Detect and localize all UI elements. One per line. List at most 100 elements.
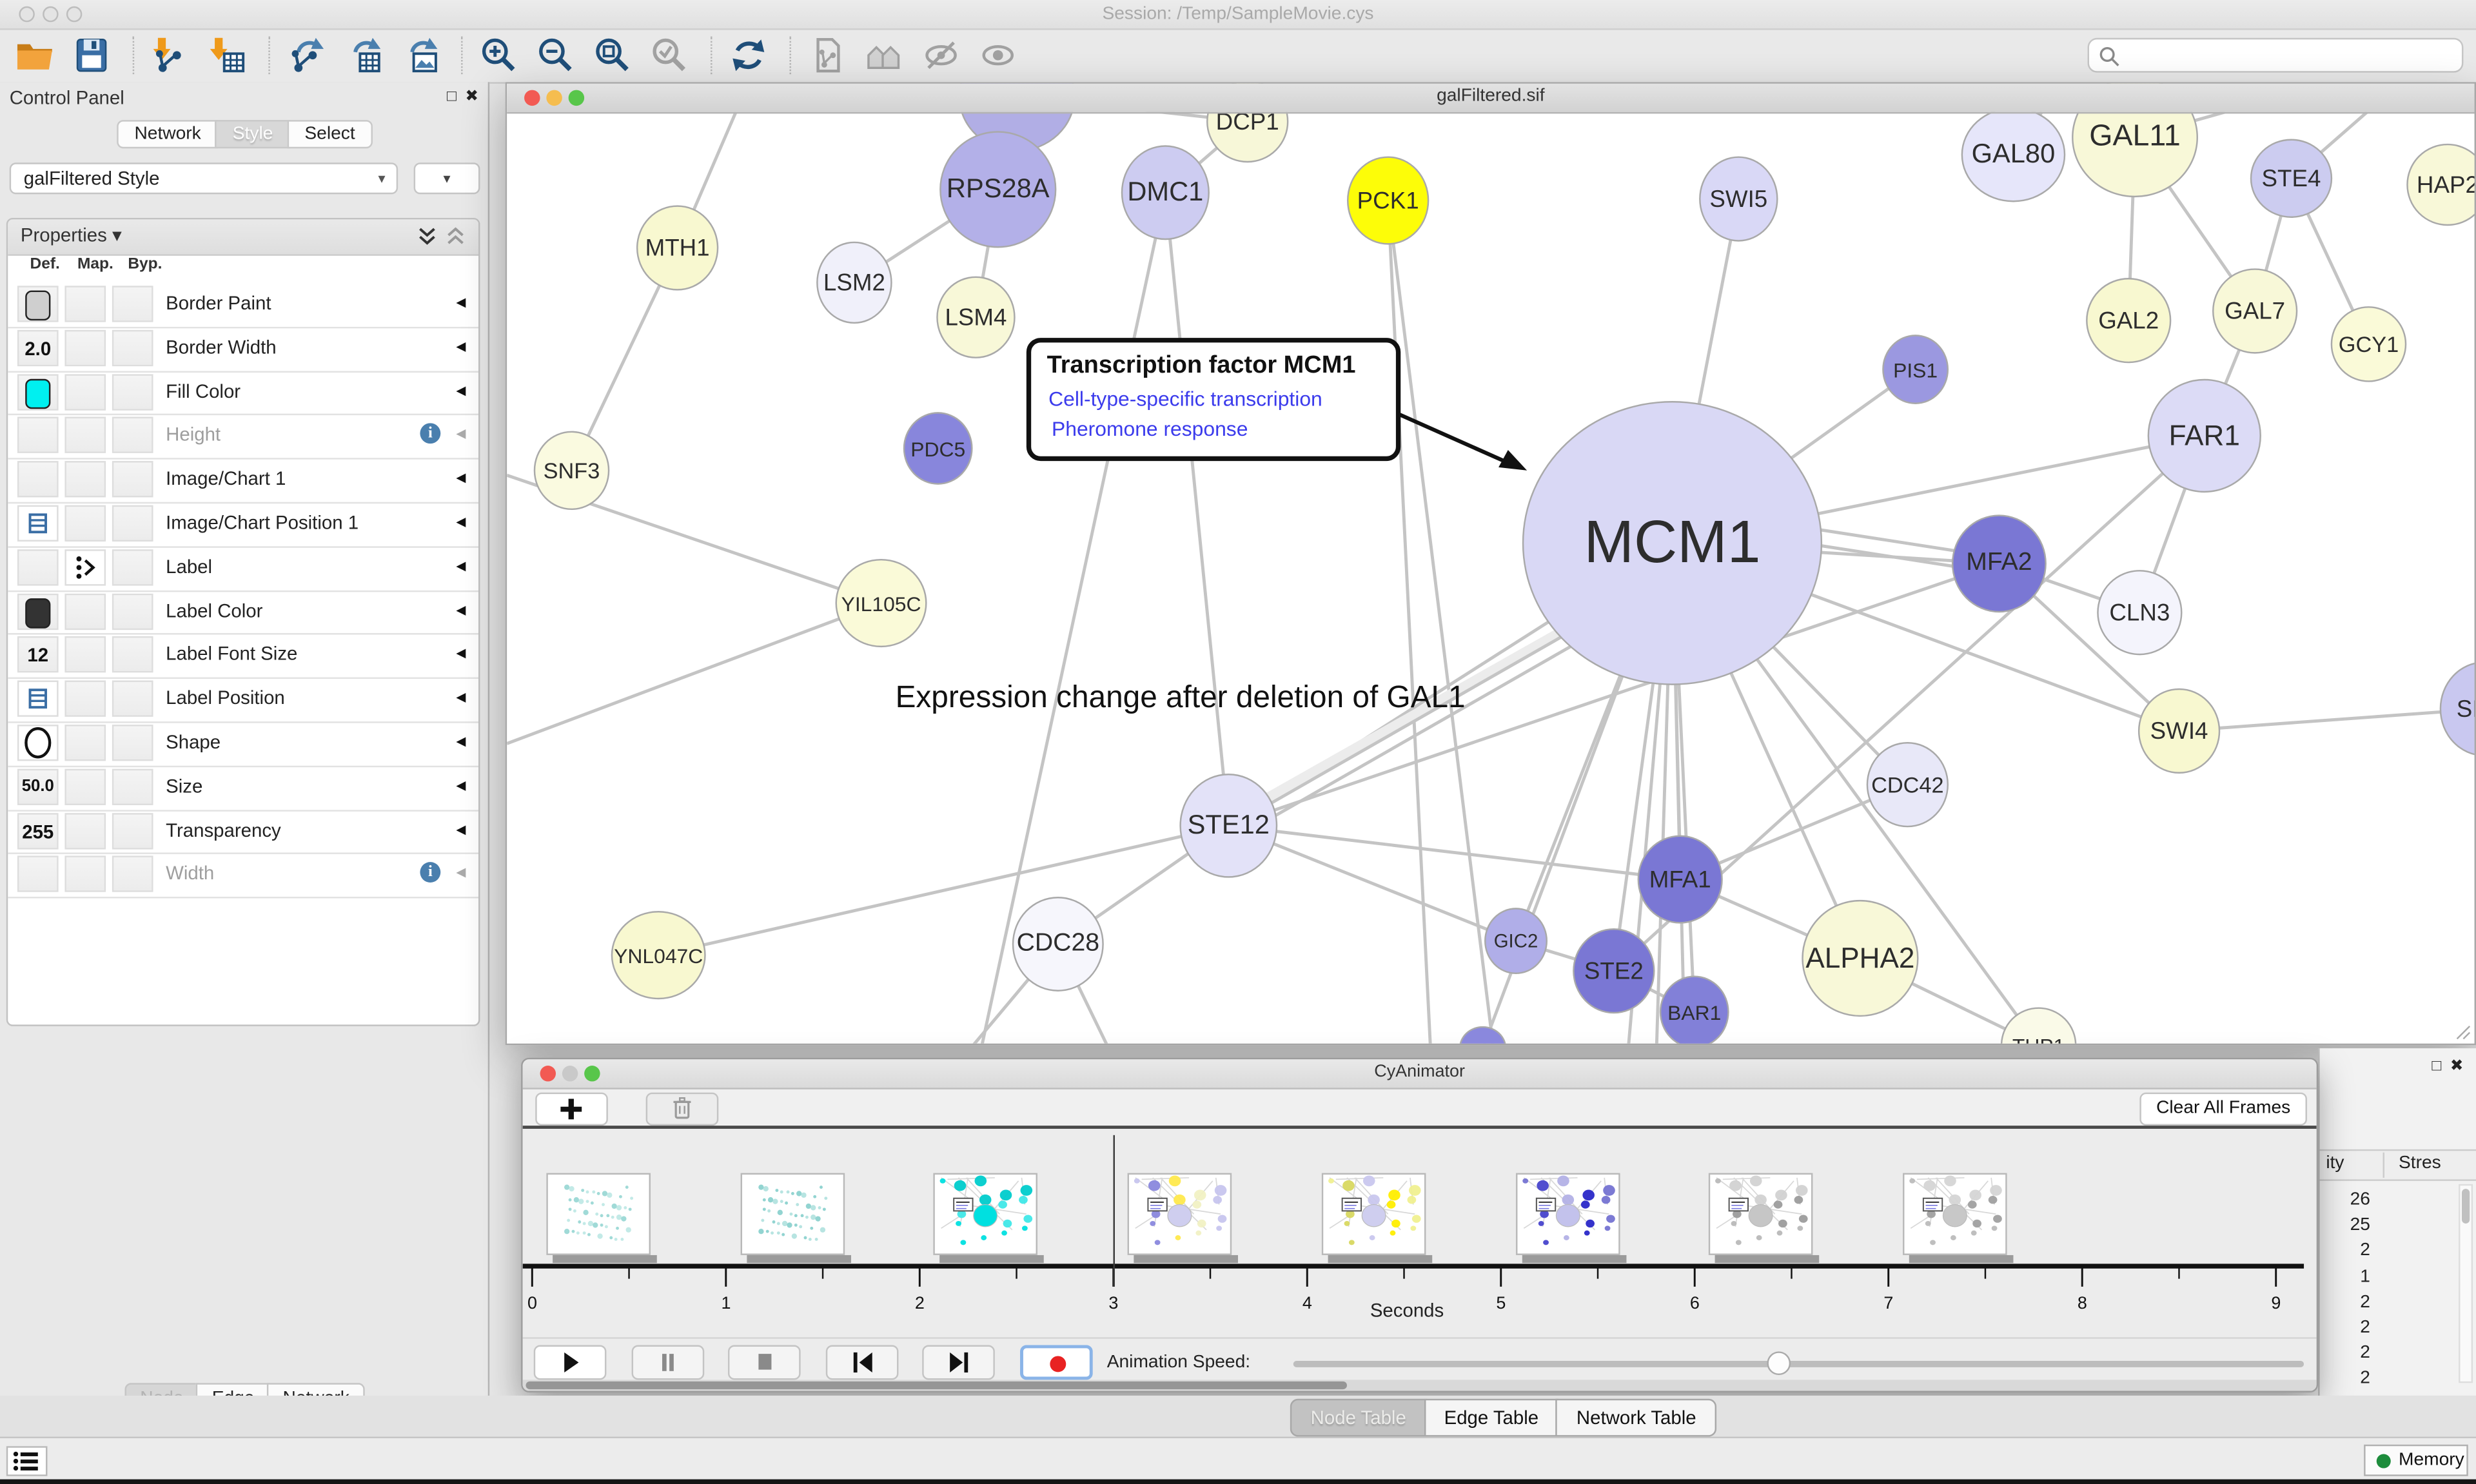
network-node-alpha2[interactable]: ALPHA2 (1802, 900, 1918, 1017)
byp-cell[interactable] (112, 593, 153, 629)
def-cell[interactable] (17, 462, 59, 498)
network-node-gal80[interactable]: GAL80 (1961, 108, 2066, 202)
map-cell[interactable] (64, 286, 106, 322)
minimize-window-icon[interactable] (546, 90, 562, 106)
table-cell[interactable]: 2 (2320, 1238, 2370, 1264)
frame-thumbnail-1[interactable] (546, 1173, 651, 1255)
map-cell[interactable] (64, 637, 106, 673)
network-node-mfa1[interactable]: MFA1 (1638, 835, 1723, 924)
byp-cell[interactable] (112, 329, 153, 366)
network-node-lsm2[interactable]: LSM2 (816, 242, 892, 324)
column-header-ity[interactable]: ity (2326, 1154, 2344, 1173)
close-window-icon[interactable] (524, 90, 540, 106)
zoom-fit-button[interactable] (587, 33, 638, 77)
table-cell[interactable]: 2 (2320, 1289, 2370, 1315)
record-button[interactable] (1019, 1345, 1092, 1380)
table-cell[interactable]: 1 (2320, 1264, 2370, 1290)
info-icon[interactable]: i (420, 863, 440, 883)
def-cell[interactable] (17, 593, 59, 629)
network-node-gal7[interactable]: GAL7 (2212, 268, 2297, 353)
property-row-label-font-size[interactable]: 12Label Font Size◀ (8, 634, 478, 679)
slider-thumb[interactable] (1767, 1351, 1791, 1375)
byp-cell[interactable] (112, 286, 153, 322)
tab-network-table[interactable]: Network Table (1556, 1399, 1716, 1437)
annotation-link-1[interactable]: Cell-type-specific transcription (1048, 387, 1322, 411)
map-cell[interactable] (64, 725, 106, 761)
minimize-window-icon[interactable] (43, 6, 58, 22)
refresh-view-button[interactable] (723, 33, 774, 77)
network-window-titlebar[interactable]: galFiltered.sif (507, 84, 2474, 114)
cyanimator-titlebar[interactable]: CyAnimator (523, 1059, 2317, 1089)
tab-select[interactable]: Select (287, 120, 372, 148)
network-node-cdc42[interactable]: CDC42 (1867, 742, 1949, 827)
byp-cell[interactable] (112, 417, 153, 453)
close-window-icon[interactable] (540, 1066, 556, 1081)
def-cell[interactable] (17, 286, 59, 322)
network-node-pis1[interactable]: PIS1 (1882, 335, 1949, 404)
frame-thumbnail-3[interactable] (934, 1173, 1038, 1255)
network-node-pdc5[interactable]: PDC5 (903, 412, 973, 485)
property-row-fill-color[interactable]: Fill Color◀ (8, 371, 478, 416)
byp-cell[interactable] (112, 637, 153, 673)
expand-row-icon[interactable]: ◀ (456, 778, 466, 792)
byp-cell[interactable] (112, 681, 153, 717)
def-cell[interactable] (17, 725, 59, 761)
def-cell[interactable] (17, 856, 59, 892)
skip-to-end-button[interactable] (922, 1345, 995, 1380)
property-row-size[interactable]: 50.0Size◀ (8, 765, 478, 811)
network-node-bar1[interactable]: BAR1 (1660, 975, 1729, 1045)
def-cell[interactable] (17, 681, 59, 717)
table-cell[interactable]: 2 (2320, 1341, 2370, 1367)
timeline[interactable]: 0123456789 Seconds (523, 1129, 2317, 1337)
property-row-height[interactable]: Heighti◀ (8, 415, 478, 460)
style-options-button[interactable]: ▾ (414, 162, 480, 194)
property-row-image-chart-position-1[interactable]: Image/Chart Position 1◀ (8, 502, 478, 548)
network-node-cdc28[interactable]: CDC28 (1012, 897, 1104, 991)
table-scrollbar[interactable] (2459, 1184, 2473, 1383)
frame-thumbnail-8[interactable] (1903, 1173, 2007, 1255)
def-cell[interactable] (17, 417, 59, 453)
map-cell[interactable] (64, 329, 106, 366)
float-panel-icon[interactable]: □ (2432, 1058, 2441, 1075)
network-node-ste2[interactable]: STE2 (1573, 928, 1655, 1013)
float-panel-icon[interactable]: □ (447, 88, 457, 106)
close-panel-icon[interactable]: ✖ (2450, 1058, 2464, 1075)
frame-thumbnail-7[interactable] (1709, 1173, 1813, 1255)
expand-row-icon[interactable]: ◀ (456, 734, 466, 748)
expand-all-icon[interactable] (417, 228, 438, 246)
def-cell[interactable] (17, 505, 59, 542)
memory-button[interactable]: Memory (2364, 1445, 2468, 1476)
network-node-lsm4[interactable]: LSM4 (936, 277, 1015, 358)
frame-thumbnail-5[interactable] (1321, 1173, 1426, 1255)
expand-row-icon[interactable]: ◀ (456, 603, 466, 617)
network-node-far1[interactable]: FAR1 (2148, 379, 2261, 493)
close-window-icon[interactable] (19, 6, 34, 22)
table-cell[interactable]: 26 (2320, 1187, 2370, 1213)
map-cell[interactable] (64, 681, 106, 717)
expand-row-icon[interactable]: ◀ (456, 866, 466, 880)
properties-header[interactable]: Properties ▾ (8, 219, 478, 255)
zoom-in-button[interactable] (474, 33, 524, 77)
info-icon[interactable]: i (420, 424, 440, 444)
def-cell[interactable]: 50.0 (17, 768, 59, 805)
task-history-button[interactable] (6, 1446, 48, 1476)
network-node-yil105c[interactable]: YIL105C (836, 559, 927, 647)
byp-cell[interactable] (112, 768, 153, 805)
map-cell[interactable] (64, 768, 106, 805)
maximize-window-icon[interactable] (66, 6, 82, 22)
table-cell[interactable]: 2 (2320, 1315, 2370, 1341)
expand-row-icon[interactable]: ◀ (456, 514, 466, 529)
search-input[interactable] (2088, 38, 2464, 73)
playhead[interactable] (1114, 1135, 1115, 1287)
def-cell[interactable]: 12 (17, 637, 59, 673)
property-row-label-position[interactable]: Label Position◀ (8, 678, 478, 723)
expand-row-icon[interactable]: ◀ (456, 427, 466, 441)
maximize-window-icon[interactable] (569, 90, 584, 106)
network-node-ste4[interactable]: STE4 (2250, 139, 2332, 218)
export-table-button[interactable] (338, 33, 388, 77)
network-node-gcy1[interactable]: GCY1 (2331, 306, 2407, 382)
byp-cell[interactable] (112, 549, 153, 585)
frame-thumbnail-2[interactable] (740, 1173, 845, 1255)
export-image-button[interactable] (395, 33, 445, 77)
tab-style[interactable]: Style (215, 120, 291, 148)
